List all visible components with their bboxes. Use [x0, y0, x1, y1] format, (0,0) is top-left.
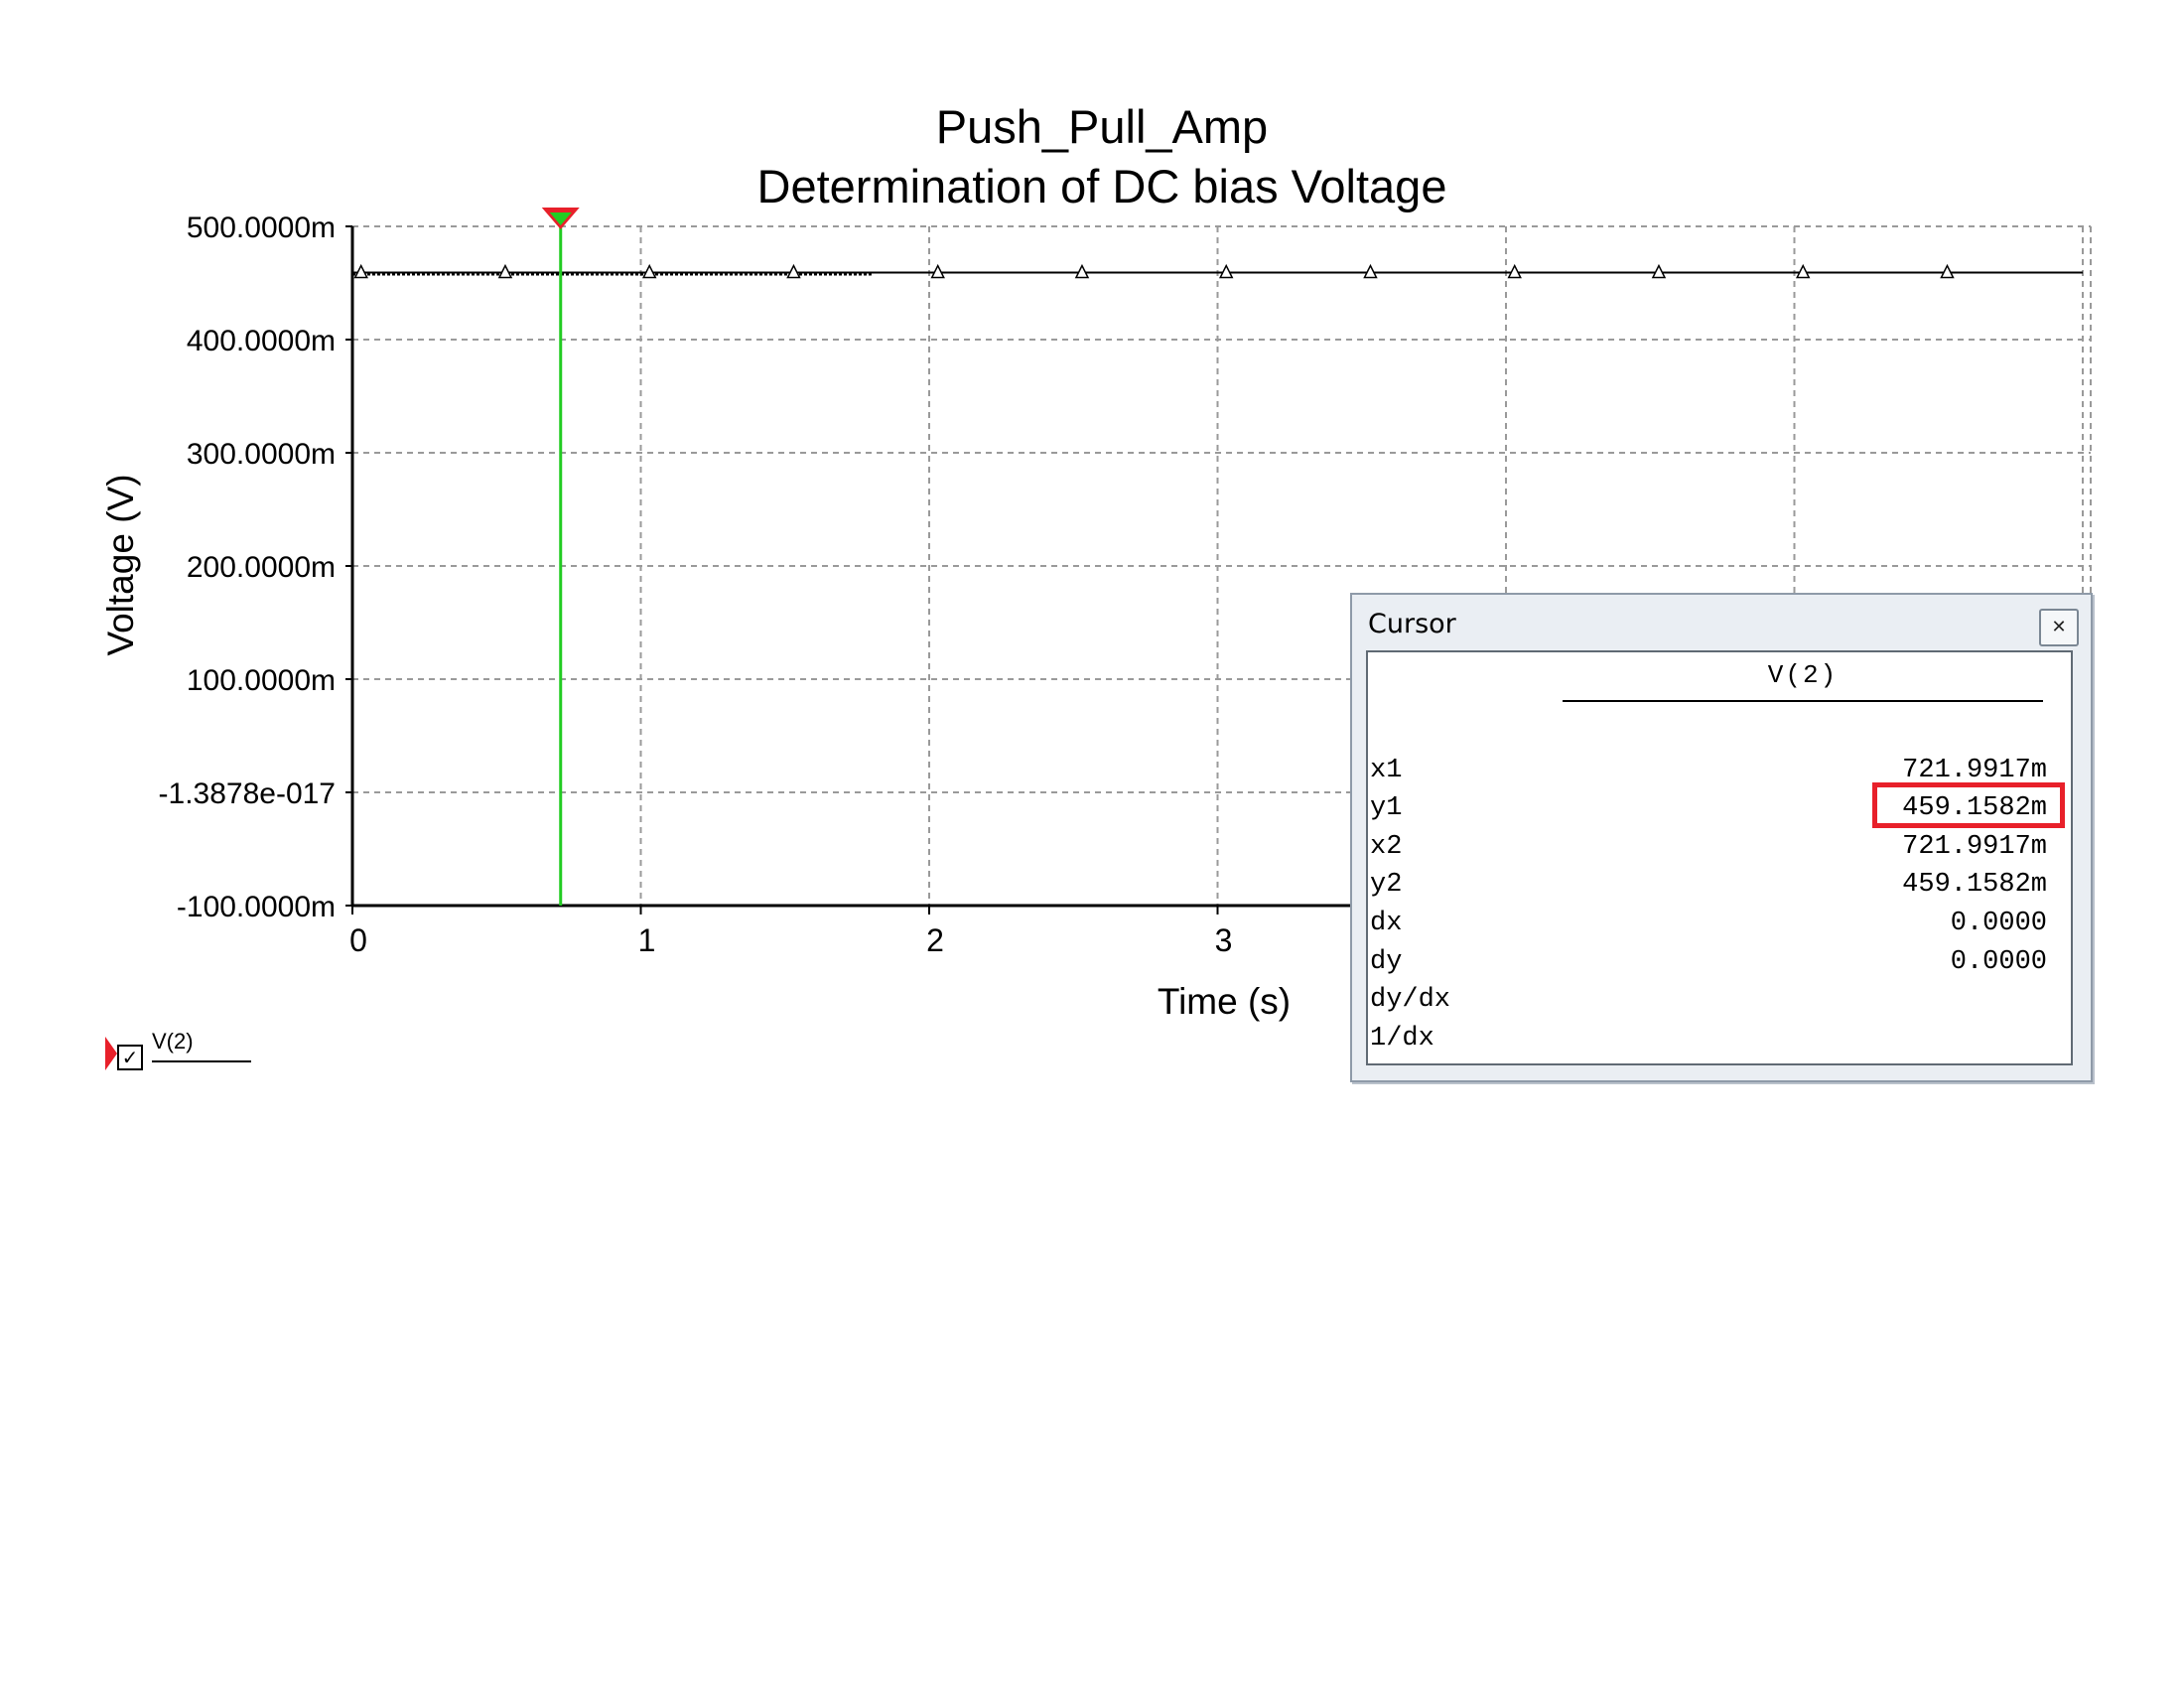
cursor-window[interactable]: Cursor ✕ V(2) x1 721.9917m y1 459.1582m … [1350, 593, 2093, 1082]
row-label: 1/dx [1370, 1024, 1434, 1054]
row-label: y1 [1370, 793, 1403, 823]
row-value: 0.0000 [1950, 947, 2047, 977]
y-tick-label: 100.0000m [187, 664, 336, 697]
x-tick-label: 1 [638, 922, 656, 958]
row-label: x2 [1370, 832, 1403, 862]
cursor-table: V(2) x1 721.9917m y1 459.1582m x2 721.99… [1366, 650, 2073, 1065]
cursor-layer[interactable] [541, 208, 580, 906]
tick-labels: 500.0000m 400.0000m 300.0000m 200.0000m 100.… [159, 211, 1233, 958]
column-header-underline [1563, 700, 2043, 702]
y-tick-label: -1.3878e-017 [159, 777, 336, 810]
cursor-row-y2: y2 459.1582m [1370, 870, 2047, 908]
x-tick-label: 2 [926, 922, 944, 958]
row-label: dx [1370, 909, 1403, 938]
cursor-row-1-dx: 1/dx [1370, 1024, 2047, 1061]
x-axis-label: Time (s) [1158, 981, 1291, 1022]
legend-trace-marker-icon [105, 1037, 117, 1070]
legend-checkbox[interactable]: ✓ [117, 1045, 143, 1070]
x-tick-label: 0 [349, 922, 367, 958]
chart-title: Push_Pull_Amp [936, 100, 1268, 153]
y-tick-label: -100.0000m [177, 891, 336, 923]
row-label: y2 [1370, 870, 1403, 900]
y1-highlight-box [1872, 782, 2065, 828]
y-axis-label: Voltage (V) [100, 474, 141, 655]
cursor-row-dx: dx 0.0000 [1370, 909, 2047, 946]
legend-line-sample [152, 1060, 251, 1062]
row-label: dy [1370, 947, 1403, 977]
row-label: dy/dx [1370, 985, 1451, 1015]
cursor-row-dy-dx: dy/dx [1370, 985, 2047, 1023]
row-label: x1 [1370, 756, 1403, 785]
close-icon[interactable]: ✕ [2039, 609, 2079, 646]
x-tick-label: 3 [1215, 922, 1233, 958]
row-value: 721.9917m [1902, 756, 2047, 785]
legend: ✓ V(2) [105, 1029, 254, 1078]
cursor-window-title: Cursor [1368, 609, 1456, 639]
row-value: 721.9917m [1902, 832, 2047, 862]
y-tick-label: 300.0000m [187, 438, 336, 471]
cursor-row-x2: x2 721.9917m [1370, 832, 2047, 870]
y-tick-label: 200.0000m [187, 551, 336, 584]
page: Push_Pull_Amp Determination of DC bias V… [0, 0, 2184, 1688]
y-tick-label: 400.0000m [187, 325, 336, 357]
chart-subtitle: Determination of DC bias Voltage [757, 160, 1447, 212]
row-value: 0.0000 [1950, 909, 2047, 938]
row-value: 459.1582m [1902, 870, 2047, 900]
y-tick-label: 500.0000m [187, 211, 336, 244]
column-header-v2: V(2) [1767, 660, 1839, 690]
legend-label: V(2) [152, 1029, 194, 1054]
cursor-row-dy: dy 0.0000 [1370, 947, 2047, 985]
